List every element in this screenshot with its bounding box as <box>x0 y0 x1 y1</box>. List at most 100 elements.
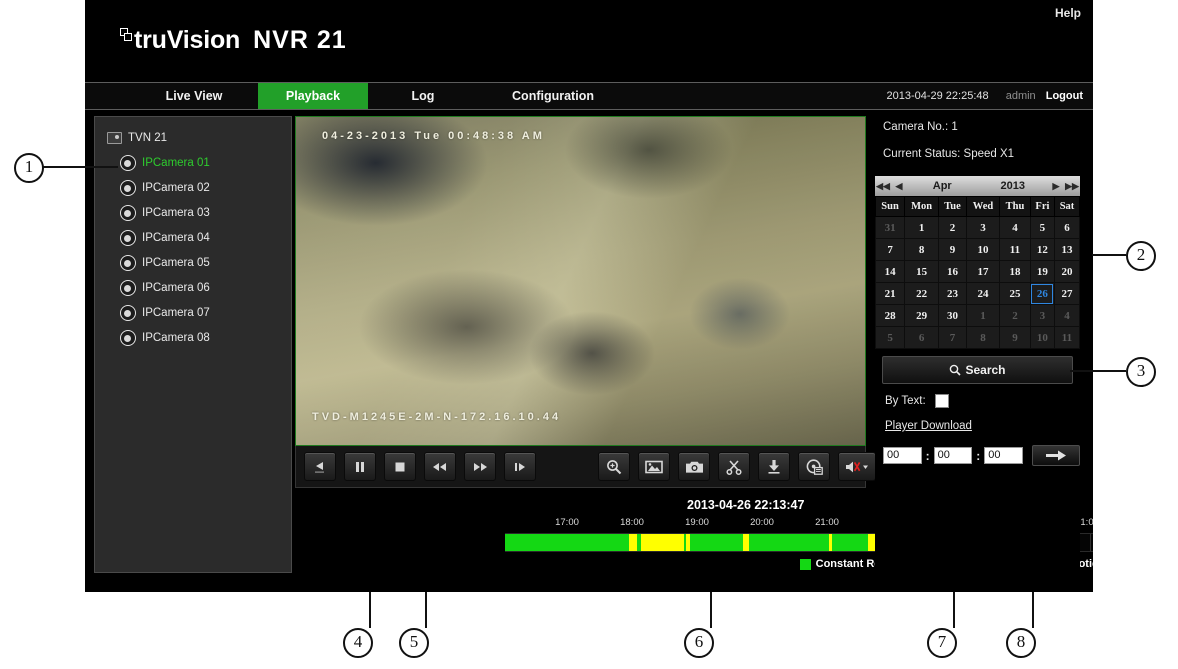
pause-button[interactable] <box>344 452 376 481</box>
calendar-prev-month-button[interactable]: ◀ <box>891 181 907 192</box>
calendar-day[interactable]: 10 <box>965 238 1001 261</box>
calendar-day[interactable]: 21 <box>874 282 906 305</box>
calendar-day[interactable]: 2 <box>999 304 1031 327</box>
calendar-day[interactable]: 3 <box>1029 304 1055 327</box>
camera-icon <box>120 154 136 171</box>
tree-item-ipcamera-01[interactable]: IPCamera 01 <box>103 150 291 175</box>
calendar-weekday: Thu <box>999 196 1031 217</box>
calendar-day[interactable]: 3 <box>965 216 1001 239</box>
video-view[interactable]: 04-23-2013 Tue 00:48:38 AM TVD-M1245E-2M… <box>295 116 866 446</box>
calendar-day[interactable]: 22 <box>904 282 940 305</box>
calendar-year-label[interactable]: 2013 <box>978 180 1049 192</box>
search-button[interactable]: Search <box>882 356 1073 384</box>
hours-input[interactable]: 00 <box>883 447 922 464</box>
current-status-label: Current Status: Speed X1 <box>883 148 1015 160</box>
calendar-day[interactable]: 13 <box>1053 238 1081 261</box>
help-link[interactable]: Help <box>1055 6 1081 20</box>
calendar-day[interactable]: 4 <box>1053 304 1081 327</box>
calendar-first-year-button[interactable]: ◀◀ <box>875 181 891 192</box>
image-segmentation-button[interactable] <box>638 452 670 481</box>
minutes-input[interactable]: 00 <box>933 447 973 464</box>
calendar-month-label[interactable]: Apr <box>907 180 978 192</box>
tree-root-device[interactable]: TVN 21 <box>103 125 291 150</box>
digital-zoom-button[interactable] <box>598 452 630 481</box>
calendar-day[interactable]: 20 <box>1053 260 1081 283</box>
tab-configuration[interactable]: Configuration <box>478 83 628 109</box>
calendar-day[interactable]: 8 <box>965 326 1001 349</box>
calendar-day[interactable]: 15 <box>904 260 940 283</box>
start-clip-button[interactable] <box>718 452 750 481</box>
calendar-day[interactable]: 16 <box>938 260 967 283</box>
calendar-last-year-button[interactable]: ▶▶ <box>1064 181 1080 192</box>
tree-item-ipcamera-07[interactable]: IPCamera 07 <box>103 300 291 325</box>
by-text-checkbox[interactable] <box>934 394 949 408</box>
reverse-play-button[interactable] <box>304 452 336 481</box>
calendar-day[interactable]: 24 <box>965 282 1001 305</box>
calendar-day[interactable]: 11 <box>1053 326 1081 349</box>
tab-live-view[interactable]: Live View <box>130 83 258 109</box>
calendar-day[interactable]: 8 <box>904 238 940 261</box>
calendar-day[interactable]: 29 <box>904 304 940 327</box>
callout-6: 6 <box>684 628 714 658</box>
tree-item-ipcamera-08[interactable]: IPCamera 08 <box>103 325 291 350</box>
logout-link[interactable]: Logout <box>1046 90 1083 102</box>
calendar-day[interactable]: 31 <box>874 216 906 239</box>
rewind-button[interactable] <box>424 452 456 481</box>
tree-item-ipcamera-02[interactable]: IPCamera 02 <box>103 175 291 200</box>
app-body: TVN 21 IPCamera 01 IPCamera 02 IPCamera … <box>85 110 1093 592</box>
calendar-day[interactable]: 7 <box>874 238 906 261</box>
calendar-day[interactable]: 1 <box>965 304 1001 327</box>
calendar-day[interactable]: 2 <box>938 216 967 239</box>
calendar-day[interactable]: 23 <box>938 282 967 305</box>
calendar-day[interactable]: 27 <box>1053 282 1081 305</box>
calendar-day[interactable]: 30 <box>938 304 967 327</box>
nvr-device-icon <box>107 131 122 144</box>
timeline-current-time: 2013-04-26 22:13:47 <box>687 498 805 512</box>
tab-log[interactable]: Log <box>368 83 478 109</box>
calendar-day[interactable]: 19 <box>1029 260 1055 283</box>
camera-icon <box>120 279 136 296</box>
calendar-day[interactable]: 7 <box>938 326 967 349</box>
goto-time-button[interactable] <box>1031 445 1080 466</box>
fast-forward-button[interactable] <box>464 452 496 481</box>
calendar-day[interactable]: 9 <box>999 326 1031 349</box>
calendar-day[interactable]: 5 <box>874 326 906 349</box>
calendar-day[interactable]: 5 <box>1029 216 1055 239</box>
snapshot-button[interactable] <box>678 452 710 481</box>
calendar-day[interactable]: 18 <box>999 260 1031 283</box>
calendar-day[interactable]: 17 <box>965 260 1001 283</box>
download-button[interactable] <box>758 452 790 481</box>
calendar-day[interactable]: 1 <box>904 216 940 239</box>
seconds-input[interactable]: 00 <box>984 447 1023 464</box>
tree-item-label: IPCamera 03 <box>142 206 210 219</box>
camera-icon <box>120 204 136 221</box>
stop-button[interactable] <box>384 452 416 481</box>
calendar-day[interactable]: 25 <box>999 282 1031 305</box>
download-record-button[interactable] <box>798 452 830 481</box>
calendar-day[interactable]: 26 <box>1029 282 1055 305</box>
osd-timestamp: 04-23-2013 Tue 00:48:38 AM <box>322 130 545 142</box>
single-frame-button[interactable] <box>504 452 536 481</box>
calendar-day[interactable]: 6 <box>1053 216 1081 239</box>
calendar-day[interactable]: 10 <box>1029 326 1055 349</box>
camera-icon <box>120 229 136 246</box>
calendar-day[interactable]: 12 <box>1029 238 1055 261</box>
tab-playback[interactable]: Playback <box>258 83 368 109</box>
calendar-day[interactable]: 28 <box>874 304 906 327</box>
calendar-next-month-button[interactable]: ▶ <box>1048 181 1064 192</box>
calendar-day[interactable]: 4 <box>999 216 1031 239</box>
tree-item-ipcamera-05[interactable]: IPCamera 05 <box>103 250 291 275</box>
calendar-day[interactable]: 6 <box>904 326 940 349</box>
calendar-week-row: 14 15 16 17 18 19 20 <box>874 260 1081 283</box>
calendar-day[interactable]: 9 <box>938 238 967 261</box>
tree-item-ipcamera-06[interactable]: IPCamera 06 <box>103 275 291 300</box>
search-button-label: Search <box>965 363 1006 377</box>
player-download-link[interactable]: Player Download <box>885 420 1080 432</box>
calendar-week-row: 28 29 30 1 2 3 4 <box>874 304 1081 327</box>
audio-mute-button[interactable] <box>838 452 876 481</box>
tree-item-ipcamera-04[interactable]: IPCamera 04 <box>103 225 291 250</box>
calendar-day[interactable]: 14 <box>874 260 906 283</box>
tree-item-ipcamera-03[interactable]: IPCamera 03 <box>103 200 291 225</box>
calendar-day[interactable]: 11 <box>999 238 1031 261</box>
tree-item-label: IPCamera 06 <box>142 281 210 294</box>
